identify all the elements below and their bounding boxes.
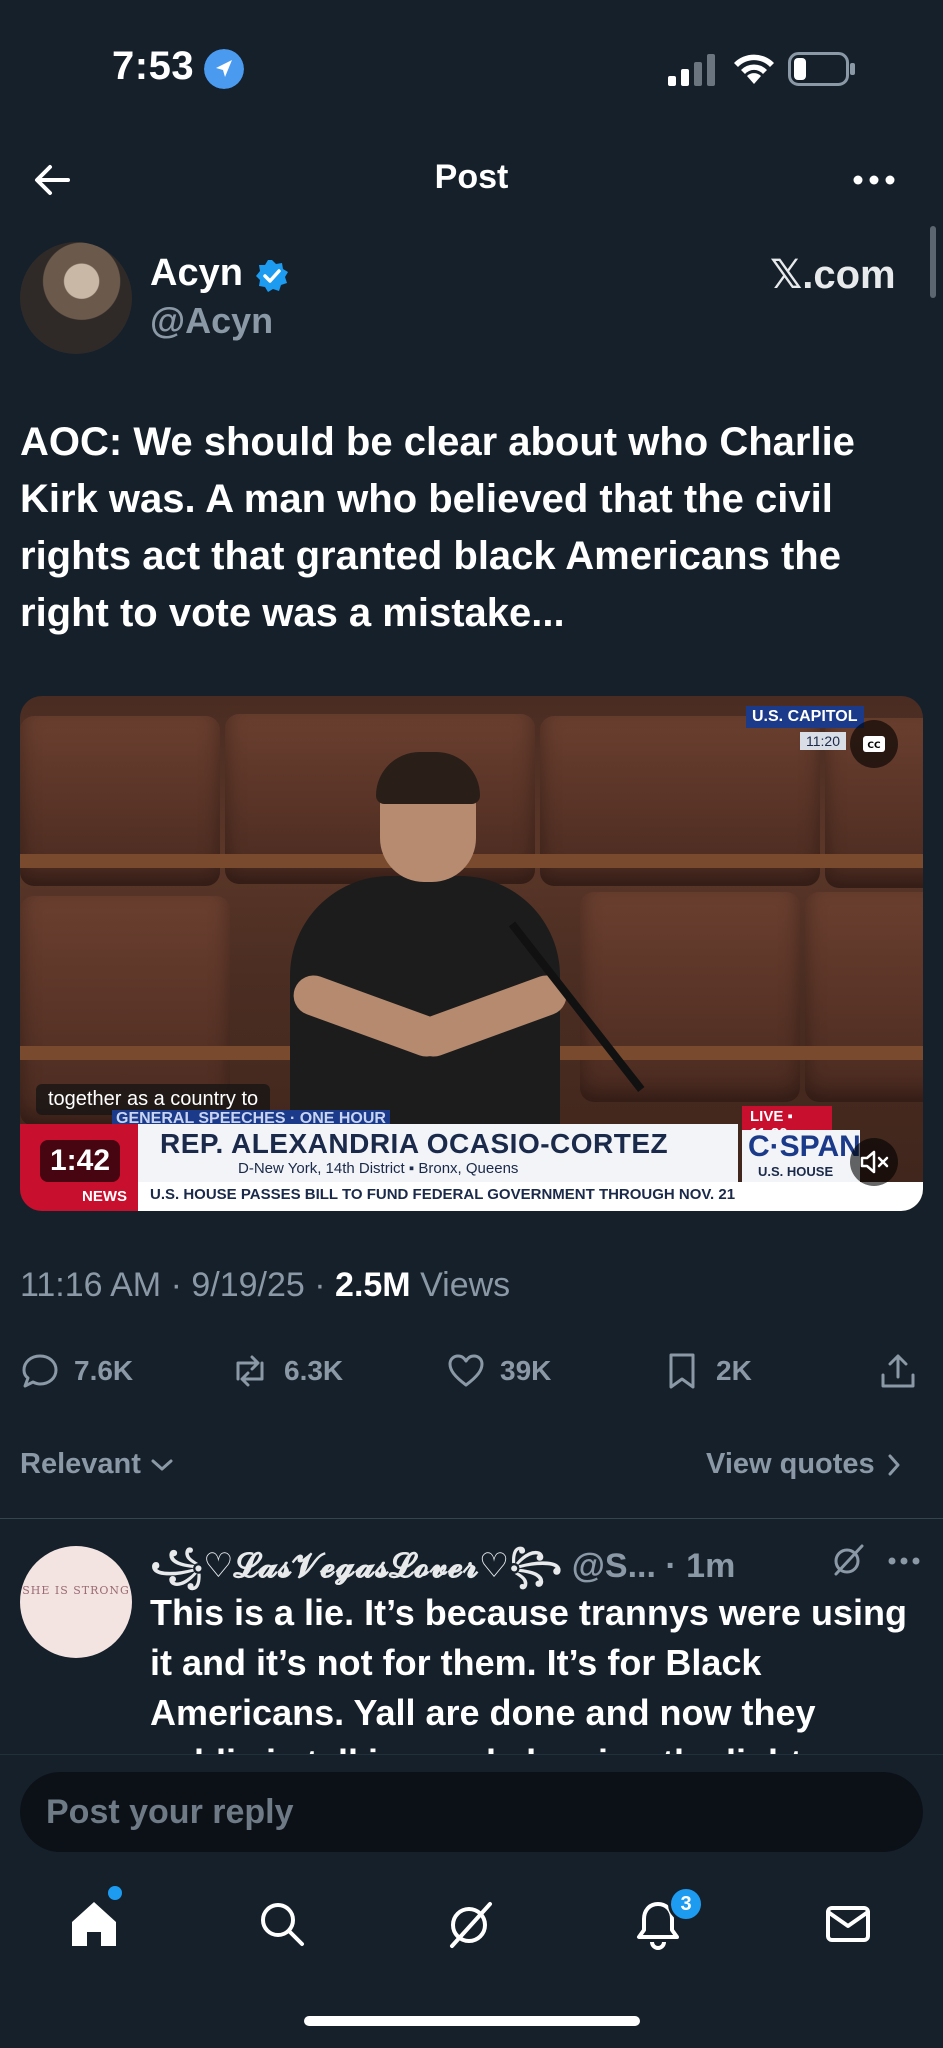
sort-label: Relevant bbox=[20, 1448, 141, 1480]
news-label: NEWS bbox=[82, 1188, 127, 1205]
reply-avatar-text: SHE IS STRONG bbox=[22, 1584, 130, 1597]
reply-text: This is a lie. It’s because trannys were… bbox=[150, 1592, 907, 1754]
more-options-icon[interactable] bbox=[848, 160, 900, 200]
network-logo: C·SPAN bbox=[748, 1130, 861, 1163]
chevron-right-icon bbox=[888, 1454, 900, 1476]
divider bbox=[0, 1518, 943, 1519]
lower-third-banner: GENERAL SPEECHES · ONE HOUR NEWS REP. AL… bbox=[20, 1106, 923, 1211]
reply-author-handle[interactable]: @S... bbox=[572, 1547, 656, 1585]
reply-avatar[interactable]: SHE IS STRONG bbox=[20, 1546, 132, 1658]
reply-placeholder: Post your reply bbox=[46, 1792, 294, 1831]
network-sub: U.S. HOUSE bbox=[758, 1164, 834, 1179]
status-time: 7:53 bbox=[112, 44, 195, 88]
reply-input[interactable]: Post your reply bbox=[20, 1772, 923, 1852]
source-label: 𝕏.com bbox=[770, 253, 896, 297]
bookmark-count: 2K bbox=[716, 1355, 752, 1386]
battery-icon bbox=[788, 52, 855, 86]
live-badge: LIVE ▪ 11:20 bbox=[742, 1106, 832, 1142]
speaker-name: REP. ALEXANDRIA OCASIO-CORTEZ bbox=[160, 1128, 669, 1159]
author-handle[interactable]: @Acyn bbox=[150, 300, 273, 342]
bookmark-button[interactable]: 2K bbox=[662, 1348, 752, 1394]
view-quotes-link[interactable]: View quotes bbox=[706, 1448, 905, 1481]
post-meta: 11:16 AM · 9/19/25 · 2.5M Views bbox=[20, 1266, 511, 1304]
speaker-district: D-New York, 14th District ▪ Bronx, Queen… bbox=[238, 1160, 519, 1177]
repost-icon bbox=[236, 1355, 264, 1387]
grok-tab-icon[interactable] bbox=[442, 1896, 498, 1952]
video-player[interactable]: U.S. CAPITOL 11:20 CC together as a coun… bbox=[20, 696, 923, 1211]
action-bar: 7.6K 6.3K 39K 2K bbox=[20, 1348, 923, 1394]
svg-text:CC: CC bbox=[867, 741, 881, 751]
heart-icon bbox=[448, 1354, 484, 1387]
video-duration: 1:42 bbox=[40, 1140, 121, 1182]
post-date: 9/19/25 bbox=[191, 1266, 305, 1304]
home-indicator[interactable] bbox=[304, 2016, 640, 2026]
chevron-down-icon bbox=[151, 1459, 173, 1471]
bookmark-icon bbox=[669, 1353, 695, 1389]
verified-badge-icon bbox=[256, 260, 288, 292]
tweet-text: AOC: We should be clear about who Charli… bbox=[20, 420, 855, 635]
like-count: 39K bbox=[500, 1355, 552, 1386]
repost-count: 6.3K bbox=[284, 1355, 344, 1386]
search-icon[interactable] bbox=[254, 1896, 310, 1952]
views-label[interactable]: Views bbox=[420, 1266, 510, 1304]
wifi-icon bbox=[734, 54, 774, 84]
reply-icon bbox=[22, 1354, 58, 1388]
post-time: 11:16 AM bbox=[20, 1266, 162, 1304]
messages-icon[interactable] bbox=[820, 1896, 876, 1952]
sort-dropdown[interactable]: Relevant bbox=[20, 1448, 175, 1481]
author-avatar[interactable] bbox=[20, 242, 132, 354]
repost-button[interactable]: 6.3K bbox=[230, 1348, 343, 1394]
location-time: 11:20 bbox=[800, 732, 846, 750]
cellular-signal-icon bbox=[668, 54, 715, 86]
reply-time: 1m bbox=[686, 1547, 736, 1585]
reply-more-icon[interactable] bbox=[886, 1546, 922, 1576]
muted-speaker-icon[interactable] bbox=[850, 1138, 898, 1186]
location-arrow-icon bbox=[204, 49, 244, 89]
reply-author-name[interactable]: ꧁♡𝓛𝓪𝓼𝓥𝓮𝓰𝓪𝓼𝓛𝓸𝓿𝓮𝓻♡꧂ bbox=[150, 1547, 562, 1585]
view-quotes-label: View quotes bbox=[706, 1448, 875, 1480]
home-notification-dot bbox=[108, 1886, 122, 1900]
reply-count: 7.6K bbox=[74, 1355, 134, 1386]
home-icon[interactable] bbox=[66, 1896, 122, 1952]
views-count: 2.5M bbox=[335, 1266, 411, 1304]
author-name[interactable]: Acyn bbox=[150, 252, 243, 295]
share-button[interactable] bbox=[878, 1348, 918, 1394]
news-ticker: U.S. HOUSE PASSES BILL TO FUND FEDERAL G… bbox=[150, 1186, 736, 1203]
location-label: U.S. CAPITOL bbox=[746, 706, 864, 728]
page-title: Post bbox=[434, 158, 509, 196]
grok-icon[interactable] bbox=[830, 1542, 866, 1578]
like-button[interactable]: 39K bbox=[446, 1348, 551, 1394]
share-icon bbox=[881, 1354, 915, 1388]
reply-button[interactable]: 7.6K bbox=[20, 1348, 133, 1394]
closed-captions-icon[interactable]: CC bbox=[850, 720, 898, 768]
scrollbar-thumb[interactable] bbox=[930, 226, 936, 298]
notifications-badge: 3 bbox=[668, 1886, 704, 1922]
